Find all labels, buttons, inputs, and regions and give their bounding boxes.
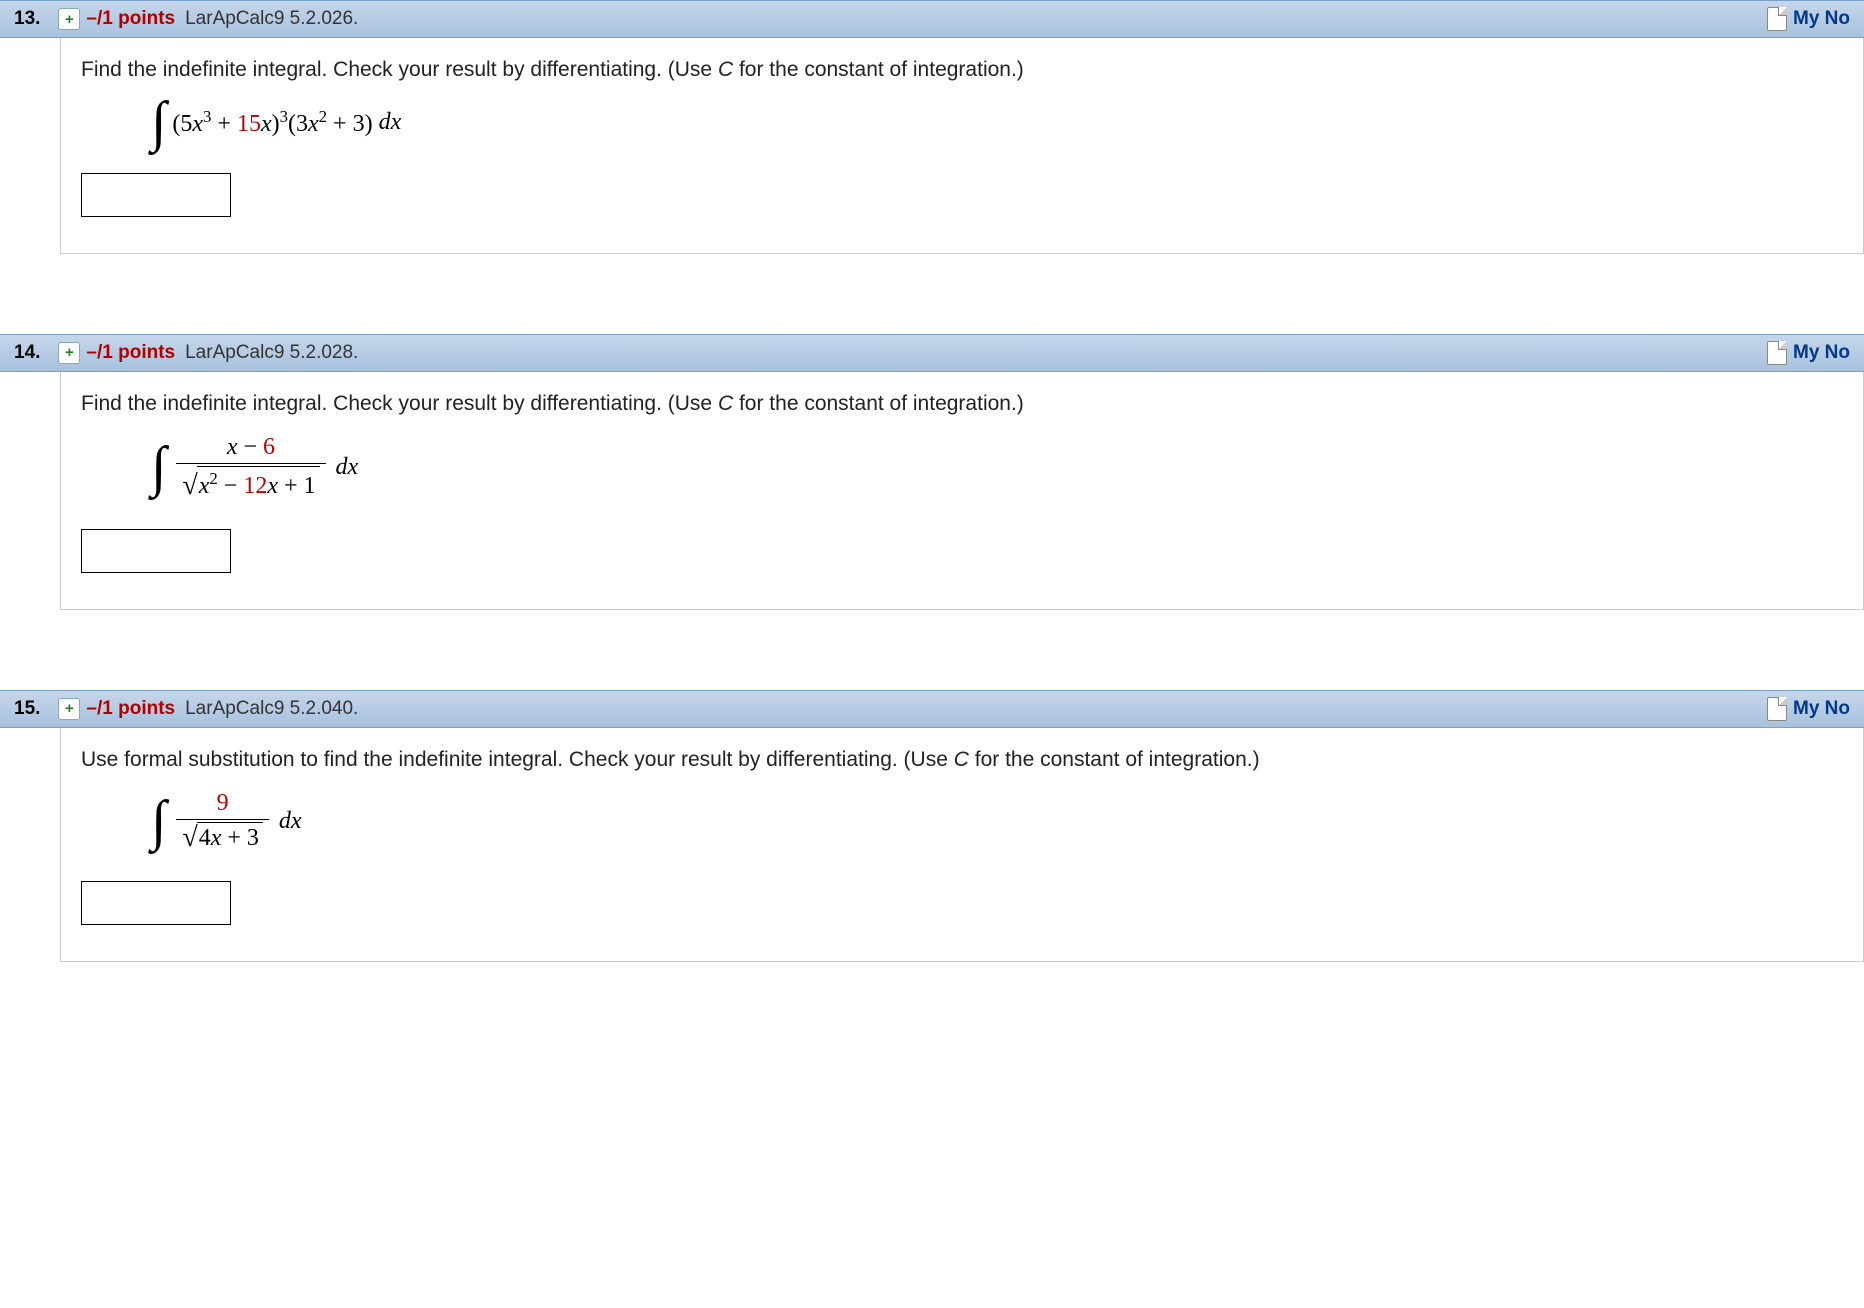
question-header: 15. + –/1 points LarApCalc9 5.2.040. My … [0, 690, 1864, 728]
answer-input[interactable] [81, 881, 231, 925]
integral-icon: ∫ [151, 100, 166, 145]
numerator: 9 [211, 790, 235, 819]
denominator: √ x2 − 12x + 1 [176, 463, 325, 501]
notes-icon[interactable] [1767, 7, 1787, 31]
notes-icon[interactable] [1767, 341, 1787, 365]
radical-icon: √ [182, 472, 197, 500]
prompt-var: C [954, 748, 969, 771]
prompt-text: Find the indefinite integral. Check your… [81, 58, 1843, 82]
radicand: 4x + 3 [197, 822, 263, 852]
prompt-suffix: for the constant of integration.) [733, 392, 1024, 415]
source-label: LarApCalc9 5.2.028. [185, 342, 358, 364]
prompt-text: Use formal substitution to find the inde… [81, 748, 1843, 772]
question-number: 13. [14, 8, 40, 30]
question-header: 14. + –/1 points LarApCalc9 5.2.028. My … [0, 334, 1864, 372]
dx: dx [279, 808, 302, 835]
expand-icon[interactable]: + [58, 342, 80, 364]
question-body: Find the indefinite integral. Check your… [60, 372, 1864, 610]
my-notes-link[interactable]: My No [1793, 342, 1850, 364]
prompt-prefix: Find the indefinite integral. Check your… [81, 58, 718, 81]
fraction: x − 6 √ x2 − 12x + 1 [176, 434, 325, 501]
prompt-text: Find the indefinite integral. Check your… [81, 392, 1843, 416]
expand-icon[interactable]: + [58, 698, 80, 720]
prompt-prefix: Use formal substitution to find the inde… [81, 748, 954, 771]
question-14: 14. + –/1 points LarApCalc9 5.2.028. My … [0, 334, 1864, 610]
question-15: 15. + –/1 points LarApCalc9 5.2.040. My … [0, 690, 1864, 962]
integrand: (5x3 + 15x)3(3x2 + 3) [172, 107, 372, 138]
denominator: √ 4x + 3 [176, 819, 269, 853]
integral-icon: ∫ [151, 445, 166, 490]
points-label: –/1 points [86, 8, 175, 30]
dx: dx [336, 454, 359, 481]
question-13: 13. + –/1 points LarApCalc9 5.2.026. My … [0, 0, 1864, 254]
question-number: 14. [14, 342, 40, 364]
expand-icon[interactable]: + [58, 8, 80, 30]
prompt-suffix: for the constant of integration.) [969, 748, 1260, 771]
question-header: 13. + –/1 points LarApCalc9 5.2.026. My … [0, 0, 1864, 38]
numerator: x − 6 [221, 434, 281, 463]
question-body: Find the indefinite integral. Check your… [60, 38, 1864, 254]
source-label: LarApCalc9 5.2.026. [185, 8, 358, 30]
answer-input[interactable] [81, 529, 231, 573]
points-label: –/1 points [86, 342, 175, 364]
dx: dx [379, 109, 402, 136]
my-notes-link[interactable]: My No [1793, 8, 1850, 30]
answer-input[interactable] [81, 173, 231, 217]
question-body: Use formal substitution to find the inde… [60, 728, 1864, 962]
points-label: –/1 points [86, 698, 175, 720]
sqrt: √ x2 − 12x + 1 [182, 466, 319, 500]
integral-expression: ∫ (5x3 + 15x)3(3x2 + 3) dx [151, 100, 1843, 145]
integral-expression: ∫ 9 √ 4x + 3 dx [151, 790, 1843, 853]
source-label: LarApCalc9 5.2.040. [185, 698, 358, 720]
prompt-var: C [718, 392, 733, 415]
my-notes-link[interactable]: My No [1793, 698, 1850, 720]
notes-icon[interactable] [1767, 697, 1787, 721]
integral-icon: ∫ [151, 799, 166, 844]
fraction: 9 √ 4x + 3 [176, 790, 269, 853]
sqrt: √ 4x + 3 [182, 822, 263, 852]
prompt-var: C [718, 58, 733, 81]
prompt-suffix: for the constant of integration.) [733, 58, 1024, 81]
prompt-prefix: Find the indefinite integral. Check your… [81, 392, 718, 415]
radical-icon: √ [182, 824, 197, 852]
radicand: x2 − 12x + 1 [197, 466, 320, 500]
question-number: 15. [14, 698, 40, 720]
integral-expression: ∫ x − 6 √ x2 − 12x + 1 dx [151, 434, 1843, 501]
